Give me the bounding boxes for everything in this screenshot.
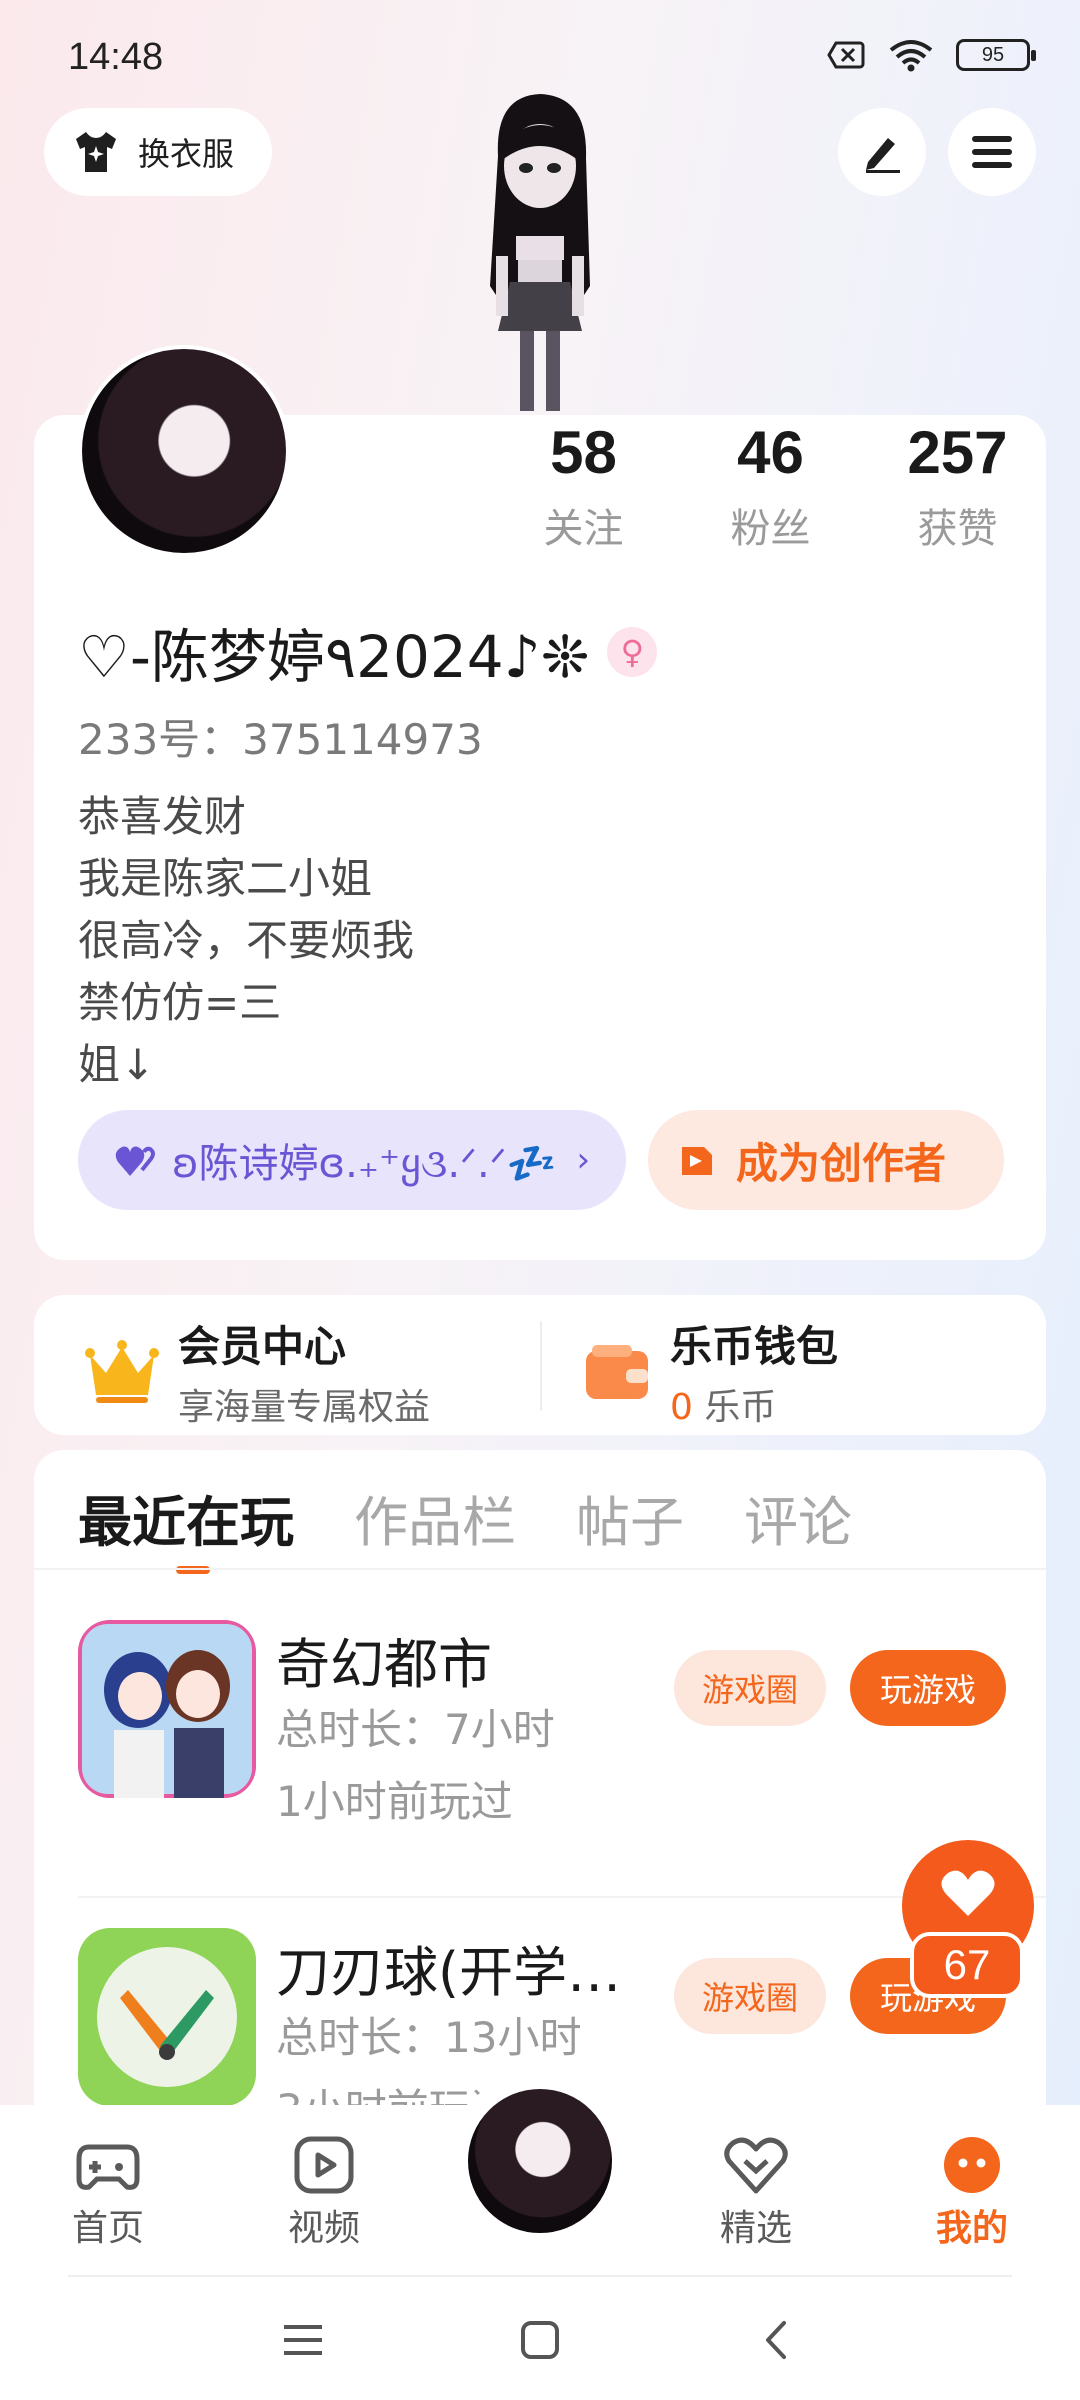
bottom-nav: 首页 视频 精选 我的 [0, 2073, 1080, 2275]
nav-video-label: 视频 [287, 2208, 360, 2249]
system-nav-bar [0, 2275, 1080, 2400]
best-friend-pill[interactable]: ʚ陈诗婷ɞ.₊⁺ყ૩.ᐟ.ᐟ💤 › [78, 1110, 626, 1210]
hamburger-menu-icon [972, 136, 1012, 168]
stat-following-label: 关注 [543, 506, 624, 552]
member-wallet-card: 会员中心 享海量专属权益 乐币钱包 0 乐币 [34, 1295, 1046, 1435]
game-last-played: 1小时前玩过 [276, 1777, 513, 1826]
content-card: 最近在玩 作品栏 帖子 评论 奇幻都市 总时长：7小时 1小时前玩过 游戏圈 玩… [34, 1450, 1046, 2110]
game-icon[interactable] [78, 1620, 256, 1798]
video-play-icon [294, 2136, 354, 2194]
nav-featured[interactable]: 精选 [686, 2135, 826, 2251]
change-outfit-button[interactable]: 换衣服 [44, 108, 272, 196]
female-gender-icon: ♀ [607, 627, 658, 677]
coin-unit: 乐币 [704, 1387, 777, 1428]
tab-comments[interactable]: 评论 [744, 1478, 852, 1557]
game-name: 奇幻都市 [276, 1633, 492, 1696]
nav-video[interactable]: 视频 [254, 2135, 394, 2251]
user-id[interactable]: 233号：375114973 [78, 706, 483, 767]
chevron-right-icon: › [576, 1140, 591, 1180]
menu-button[interactable] [948, 108, 1036, 196]
stat-followers-value: 46 [737, 419, 804, 486]
stat-likes-value: 257 [907, 419, 1008, 486]
avatar-character-figure[interactable] [440, 86, 640, 416]
game-row[interactable]: 奇幻都市 总时长：7小时 1小时前玩过 游戏圈 玩游戏 [34, 1620, 1046, 1896]
become-creator-label: 成为创作者 [736, 1138, 947, 1188]
status-time: 14:48 [68, 36, 164, 78]
game-total-time: 总时长：13小时 [276, 2013, 582, 2062]
tshirt-icon [76, 132, 116, 172]
nav-home[interactable]: 首页 [38, 2135, 178, 2251]
content-tabs: 最近在玩 作品栏 帖子 评论 [78, 1478, 852, 1557]
recent-apps-icon[interactable] [278, 2315, 328, 2365]
profile-avatar[interactable] [78, 345, 290, 557]
heart-icon [941, 1870, 995, 1916]
bio-line: 恭喜发财 [78, 792, 247, 841]
stat-likes-label: 获赞 [917, 506, 998, 552]
game-icon[interactable] [78, 1928, 256, 2106]
member-center[interactable]: 会员中心 享海量专属权益 [84, 1313, 430, 1430]
nav-center-avatar[interactable] [464, 2085, 616, 2237]
stat-likes[interactable]: 257 获赞 [864, 418, 1051, 554]
profile-bio: 恭喜发财 我是陈家二小姐 很高冷，不要烦我 禁仿仿=三 姐↓ [78, 786, 414, 1096]
back-icon[interactable] [752, 2315, 802, 2365]
coin-wallet-balance: 0 乐币 [670, 1378, 838, 1430]
heart-diamond-icon [724, 2137, 788, 2194]
best-friend-name: ʚ陈诗婷ɞ.₊⁺ყ૩.ᐟ.ᐟ💤 [172, 1141, 557, 1187]
play-game-button[interactable]: 玩游戏 [850, 1650, 1006, 1726]
battery-indicator: 95 [956, 39, 1036, 71]
nav-featured-label: 精选 [719, 2208, 792, 2249]
crown-icon [85, 1339, 159, 1403]
profile-stats: 58 关注 46 粉丝 257 获赞 [490, 418, 1051, 554]
divider [68, 2275, 1012, 2277]
tab-posts[interactable]: 帖子 [576, 1478, 684, 1557]
username: ♡-陈梦婷٩2024♪❊ [78, 623, 590, 691]
bio-line: 我是陈家二小姐 [78, 854, 373, 903]
username-row: ♡-陈梦婷٩2024♪❊ ♀ [78, 610, 658, 694]
game-name: 刀刃球(开学… [276, 1941, 622, 2004]
game-circle-button[interactable]: 游戏圈 [674, 1650, 826, 1726]
stat-followers[interactable]: 46 粉丝 [677, 418, 864, 554]
stat-following-value: 58 [550, 419, 617, 486]
member-center-subtitle: 享海量专属权益 [178, 1387, 431, 1428]
stat-followers-label: 粉丝 [730, 506, 811, 552]
become-creator-button[interactable]: 成为创作者 [648, 1110, 1004, 1210]
nav-mine[interactable]: 我的 [902, 2135, 1042, 2251]
like-count-badge: 67 [910, 1932, 1024, 1998]
member-center-title: 会员中心 [178, 1322, 347, 1371]
game-total-time: 总时长：7小时 [276, 1705, 555, 1754]
tab-works[interactable]: 作品栏 [354, 1478, 516, 1557]
wifi-icon [889, 40, 933, 72]
creator-icon [682, 1147, 712, 1175]
gamepad-icon [76, 2144, 140, 2190]
divider [78, 1896, 1046, 1898]
home-icon[interactable] [515, 2315, 565, 2365]
status-icons: 95 [826, 38, 1036, 72]
nav-home-label: 首页 [71, 2208, 144, 2249]
coin-wallet-title: 乐币钱包 [670, 1322, 839, 1371]
stat-following[interactable]: 58 关注 [490, 418, 677, 554]
coin-amount: 0 [670, 1387, 693, 1428]
wallet-icon [586, 1344, 648, 1399]
coin-wallet[interactable]: 乐币钱包 0 乐币 [582, 1313, 838, 1430]
no-sim-icon [827, 41, 865, 69]
game-circle-button[interactable]: 游戏圈 [674, 1958, 826, 2034]
bio-line: 禁仿仿=三 [78, 978, 282, 1027]
change-outfit-label: 换衣服 [138, 135, 235, 173]
double-heart-icon [115, 1146, 155, 1176]
divider [34, 1568, 1046, 1570]
bio-line: 姐↓ [78, 1040, 156, 1089]
nav-mine-label: 我的 [935, 2208, 1008, 2249]
mine-face-icon [944, 2137, 1000, 2193]
pen-icon [866, 138, 900, 173]
bio-line: 很高冷，不要烦我 [78, 916, 415, 965]
divider [540, 1321, 542, 1411]
tab-recently-played[interactable]: 最近在玩 [78, 1478, 294, 1557]
edit-profile-button[interactable] [838, 108, 926, 196]
